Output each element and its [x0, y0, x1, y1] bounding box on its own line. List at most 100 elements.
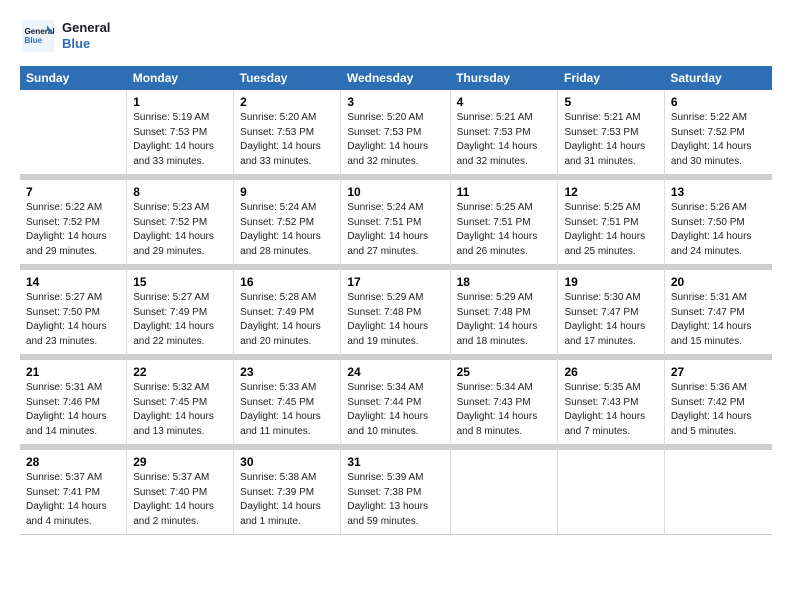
- day-info: Sunrise: 5:27 AM Sunset: 7:49 PM Dayligh…: [133, 291, 227, 349]
- calendar-body: 1 Sunrise: 5:19 AM Sunset: 7:53 PM Daylig…: [20, 90, 772, 535]
- header-cell-saturday: Saturday: [664, 66, 772, 90]
- day-info: Sunrise: 5:37 AM Sunset: 7:41 PM Dayligh…: [26, 471, 120, 529]
- day-info: Sunrise: 5:24 AM Sunset: 7:51 PM Dayligh…: [347, 201, 443, 259]
- day-cell: 1 Sunrise: 5:19 AM Sunset: 7:53 PM Daylig…: [127, 90, 234, 175]
- day-cell: 28 Sunrise: 5:37 AM Sunset: 7:41 PM Dayli…: [20, 450, 127, 535]
- day-info: Sunrise: 5:25 AM Sunset: 7:51 PM Dayligh…: [457, 201, 552, 259]
- day-info: Sunrise: 5:30 AM Sunset: 7:47 PM Dayligh…: [564, 291, 657, 349]
- header-row: SundayMondayTuesdayWednesdayThursdayFrid…: [20, 66, 772, 90]
- day-cell: 7 Sunrise: 5:22 AM Sunset: 7:52 PM Daylig…: [20, 180, 127, 265]
- day-cell: 18 Sunrise: 5:29 AM Sunset: 7:48 PM Dayli…: [450, 270, 558, 355]
- day-number: 6: [671, 95, 766, 109]
- logo-text: General Blue: [62, 20, 110, 51]
- header-cell-tuesday: Tuesday: [234, 66, 341, 90]
- day-info: Sunrise: 5:23 AM Sunset: 7:52 PM Dayligh…: [133, 201, 227, 259]
- day-cell: 23 Sunrise: 5:33 AM Sunset: 7:45 PM Dayli…: [234, 360, 341, 445]
- day-info: Sunrise: 5:35 AM Sunset: 7:43 PM Dayligh…: [564, 381, 657, 439]
- day-cell: 15Sunrise: 5:27 AM Sunset: 7:49 PM Dayli…: [127, 270, 234, 355]
- header-cell-monday: Monday: [127, 66, 234, 90]
- day-cell: 11 Sunrise: 5:25 AM Sunset: 7:51 PM Dayli…: [450, 180, 558, 265]
- day-number: 7: [26, 185, 120, 199]
- day-cell: 16 Sunrise: 5:28 AM Sunset: 7:49 PM Dayli…: [234, 270, 341, 355]
- logo: General Blue General Blue: [20, 18, 110, 54]
- day-info: Sunrise: 5:29 AM Sunset: 7:48 PM Dayligh…: [347, 291, 443, 349]
- day-number: 23: [240, 365, 334, 379]
- calendar-table: SundayMondayTuesdayWednesdayThursdayFrid…: [20, 66, 772, 535]
- day-cell: 14 Sunrise: 5:27 AM Sunset: 7:50 PM Dayli…: [20, 270, 127, 355]
- day-cell: 31 Sunrise: 5:39 AM Sunset: 7:38 PM Dayli…: [341, 450, 450, 535]
- day-number: 25: [457, 365, 552, 379]
- day-info: Sunrise: 5:39 AM Sunset: 7:38 PM Dayligh…: [347, 471, 443, 529]
- day-cell: 5 Sunrise: 5:21 AM Sunset: 7:53 PM Daylig…: [558, 90, 664, 175]
- day-info: Sunrise: 5:20 AM Sunset: 7:53 PM Dayligh…: [240, 111, 334, 169]
- day-info: Sunrise: 5:38 AM Sunset: 7:39 PM Dayligh…: [240, 471, 334, 529]
- page: General Blue General Blue SundayMondayTu…: [0, 0, 792, 545]
- day-number: 30: [240, 455, 334, 469]
- day-info: Sunrise: 5:28 AM Sunset: 7:49 PM Dayligh…: [240, 291, 334, 349]
- day-cell: [558, 450, 664, 535]
- day-info: Sunrise: 5:25 AM Sunset: 7:51 PM Dayligh…: [564, 201, 657, 259]
- day-number: 11: [457, 185, 552, 199]
- day-number: 31: [347, 455, 443, 469]
- day-cell: [664, 450, 772, 535]
- day-info: Sunrise: 5:27 AM Sunset: 7:50 PM Dayligh…: [26, 291, 120, 349]
- day-info: Sunrise: 5:36 AM Sunset: 7:42 PM Dayligh…: [671, 381, 766, 439]
- day-info: Sunrise: 5:21 AM Sunset: 7:53 PM Dayligh…: [457, 111, 552, 169]
- day-cell: 21 Sunrise: 5:31 AM Sunset: 7:46 PM Dayli…: [20, 360, 127, 445]
- day-number: 27: [671, 365, 766, 379]
- day-cell: 24 Sunrise: 5:34 AM Sunset: 7:44 PM Dayli…: [341, 360, 450, 445]
- day-info: Sunrise: 5:29 AM Sunset: 7:48 PM Dayligh…: [457, 291, 552, 349]
- day-info: Sunrise: 5:31 AM Sunset: 7:47 PM Dayligh…: [671, 291, 766, 349]
- day-cell: 9Sunrise: 5:24 AM Sunset: 7:52 PM Daylig…: [234, 180, 341, 265]
- day-cell: 20Sunrise: 5:31 AM Sunset: 7:47 PM Dayli…: [664, 270, 772, 355]
- day-number: 14: [26, 275, 120, 289]
- day-number: 18: [457, 275, 552, 289]
- day-number: 26: [564, 365, 657, 379]
- day-number: 21: [26, 365, 120, 379]
- day-number: 12: [564, 185, 657, 199]
- week-row-0: 1 Sunrise: 5:19 AM Sunset: 7:53 PM Daylig…: [20, 90, 772, 175]
- day-number: 19: [564, 275, 657, 289]
- day-cell: [20, 90, 127, 175]
- day-number: 17: [347, 275, 443, 289]
- day-number: 3: [347, 95, 443, 109]
- day-cell: 2 Sunrise: 5:20 AM Sunset: 7:53 PM Daylig…: [234, 90, 341, 175]
- day-cell: 29Sunrise: 5:37 AM Sunset: 7:40 PM Dayli…: [127, 450, 234, 535]
- day-number: 24: [347, 365, 443, 379]
- day-info: Sunrise: 5:32 AM Sunset: 7:45 PM Dayligh…: [133, 381, 227, 439]
- day-cell: 26 Sunrise: 5:35 AM Sunset: 7:43 PM Dayli…: [558, 360, 664, 445]
- header-cell-sunday: Sunday: [20, 66, 127, 90]
- day-cell: [450, 450, 558, 535]
- day-info: Sunrise: 5:21 AM Sunset: 7:53 PM Dayligh…: [564, 111, 657, 169]
- logo-icon: General Blue: [20, 18, 56, 54]
- header-cell-wednesday: Wednesday: [341, 66, 450, 90]
- day-info: Sunrise: 5:34 AM Sunset: 7:44 PM Dayligh…: [347, 381, 443, 439]
- week-row-3: 21 Sunrise: 5:31 AM Sunset: 7:46 PM Dayli…: [20, 360, 772, 445]
- day-info: Sunrise: 5:22 AM Sunset: 7:52 PM Dayligh…: [26, 201, 120, 259]
- day-cell: 13 Sunrise: 5:26 AM Sunset: 7:50 PM Dayli…: [664, 180, 772, 265]
- header-cell-friday: Friday: [558, 66, 664, 90]
- day-number: 1: [133, 95, 227, 109]
- day-cell: 3Sunrise: 5:20 AM Sunset: 7:53 PM Daylig…: [341, 90, 450, 175]
- day-number: 13: [671, 185, 766, 199]
- day-cell: 12 Sunrise: 5:25 AM Sunset: 7:51 PM Dayli…: [558, 180, 664, 265]
- day-cell: 30 Sunrise: 5:38 AM Sunset: 7:39 PM Dayli…: [234, 450, 341, 535]
- day-number: 2: [240, 95, 334, 109]
- day-cell: 8 Sunrise: 5:23 AM Sunset: 7:52 PM Daylig…: [127, 180, 234, 265]
- day-info: Sunrise: 5:22 AM Sunset: 7:52 PM Dayligh…: [671, 111, 766, 169]
- day-number: 28: [26, 455, 120, 469]
- day-info: Sunrise: 5:19 AM Sunset: 7:53 PM Dayligh…: [133, 111, 227, 169]
- day-number: 16: [240, 275, 334, 289]
- day-cell: 22Sunrise: 5:32 AM Sunset: 7:45 PM Dayli…: [127, 360, 234, 445]
- day-cell: 10Sunrise: 5:24 AM Sunset: 7:51 PM Dayli…: [341, 180, 450, 265]
- day-number: 8: [133, 185, 227, 199]
- day-info: Sunrise: 5:26 AM Sunset: 7:50 PM Dayligh…: [671, 201, 766, 259]
- week-row-4: 28 Sunrise: 5:37 AM Sunset: 7:41 PM Dayli…: [20, 450, 772, 535]
- day-info: Sunrise: 5:33 AM Sunset: 7:45 PM Dayligh…: [240, 381, 334, 439]
- day-cell: 6 Sunrise: 5:22 AM Sunset: 7:52 PM Daylig…: [664, 90, 772, 175]
- day-info: Sunrise: 5:31 AM Sunset: 7:46 PM Dayligh…: [26, 381, 120, 439]
- header: General Blue General Blue: [20, 18, 772, 54]
- day-cell: 4Sunrise: 5:21 AM Sunset: 7:53 PM Daylig…: [450, 90, 558, 175]
- day-number: 5: [564, 95, 657, 109]
- day-info: Sunrise: 5:24 AM Sunset: 7:52 PM Dayligh…: [240, 201, 334, 259]
